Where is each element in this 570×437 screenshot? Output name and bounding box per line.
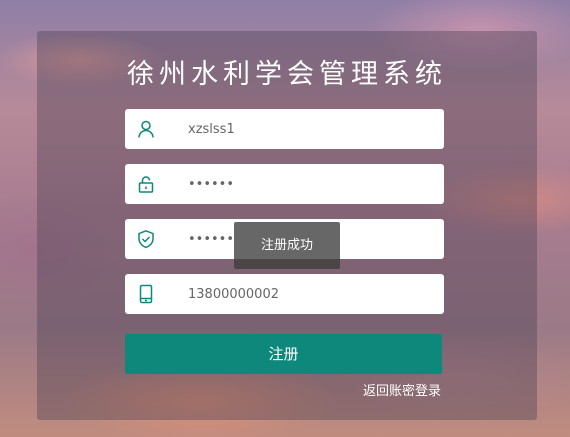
success-toast: 注册成功 bbox=[234, 222, 340, 269]
user-icon bbox=[136, 119, 156, 139]
phone-field[interactable] bbox=[125, 274, 444, 314]
register-button[interactable]: 注册 bbox=[125, 334, 442, 374]
shield-check-icon bbox=[136, 229, 156, 249]
username-field[interactable] bbox=[125, 109, 444, 149]
phone-input[interactable] bbox=[188, 274, 428, 314]
back-to-login-link[interactable]: 返回账密登录 bbox=[340, 380, 441, 399]
page-title: 徐州水利学会管理系统 bbox=[127, 59, 447, 90]
mobile-phone-icon bbox=[136, 284, 156, 304]
password-input[interactable] bbox=[188, 164, 428, 204]
username-input[interactable] bbox=[188, 109, 428, 149]
password-field[interactable] bbox=[125, 164, 444, 204]
lock-icon bbox=[136, 174, 156, 194]
